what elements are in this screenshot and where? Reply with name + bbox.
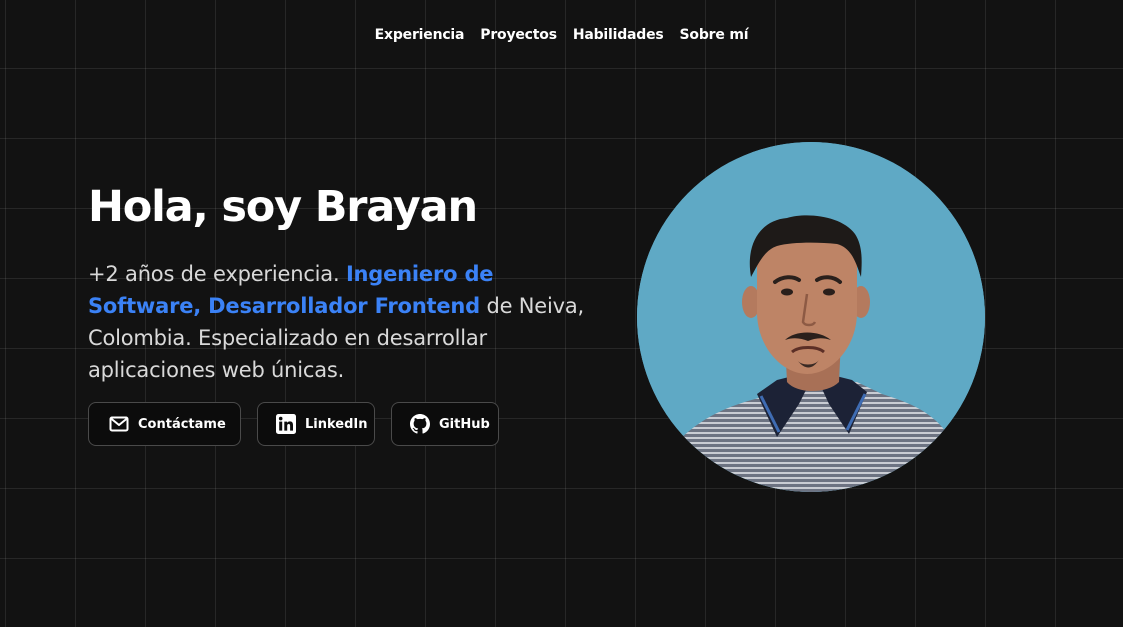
linkedin-button-label: LinkedIn (305, 416, 368, 432)
hero-actions: Contáctame LinkedIn GitHub (88, 402, 499, 446)
github-button[interactable]: GitHub (391, 402, 499, 446)
main-nav: Experiencia Proyectos Habilidades Sobre … (0, 27, 1123, 43)
hero-description: +2 años de experiencia. Ingeniero de Sof… (88, 258, 608, 386)
github-icon (410, 414, 430, 434)
nav-link-sobre-mi[interactable]: Sobre mí (680, 27, 749, 43)
hero-desc-intro: +2 años de experiencia. (88, 262, 346, 286)
hero-title: Hola, soy Brayan (88, 182, 478, 232)
profile-portrait-illustration (637, 142, 985, 492)
contact-button[interactable]: Contáctame (88, 402, 241, 446)
github-button-label: GitHub (439, 416, 490, 432)
linkedin-icon (276, 414, 296, 434)
nav-link-proyectos[interactable]: Proyectos (480, 27, 557, 43)
linkedin-button[interactable]: LinkedIn (257, 402, 375, 446)
mail-icon (109, 416, 129, 432)
contact-button-label: Contáctame (138, 416, 226, 432)
nav-link-habilidades[interactable]: Habilidades (573, 27, 664, 43)
nav-link-experiencia[interactable]: Experiencia (375, 27, 465, 43)
profile-photo (637, 142, 985, 492)
